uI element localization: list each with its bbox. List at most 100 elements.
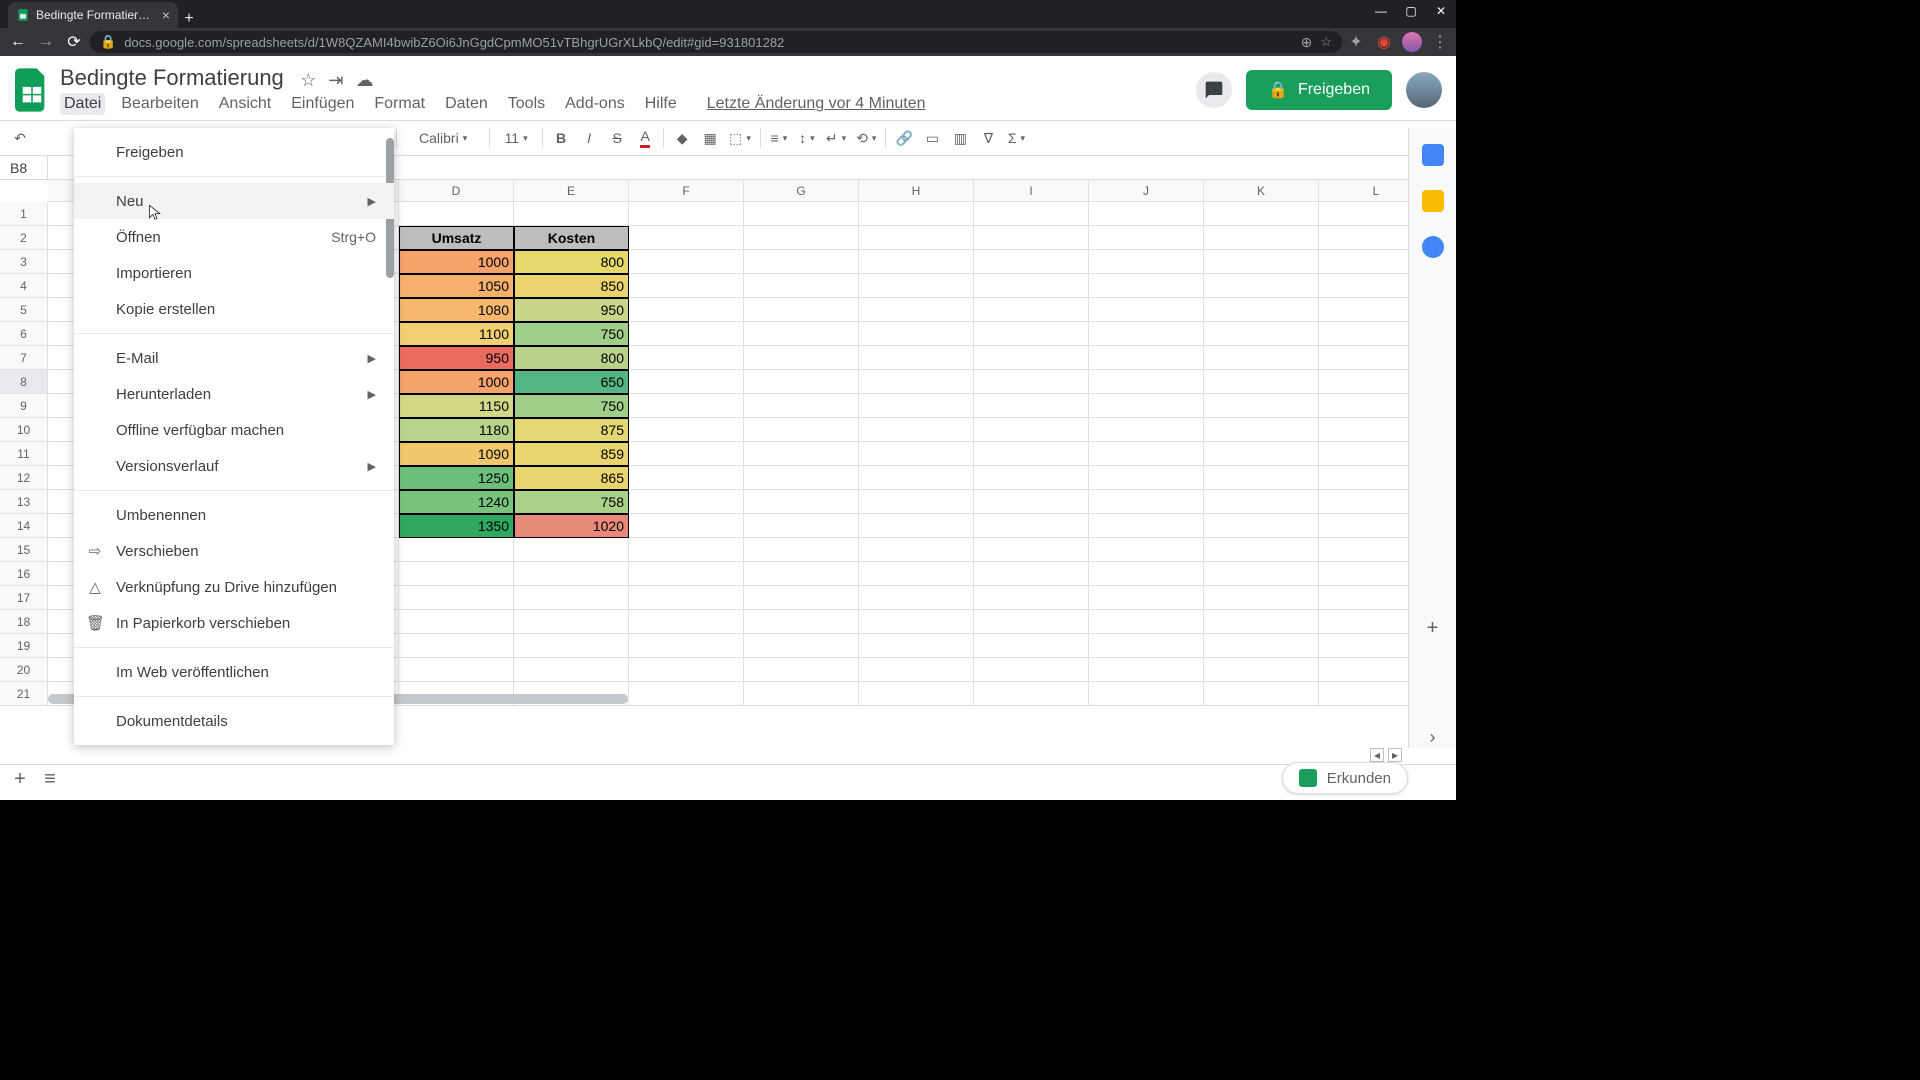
cell[interactable] (629, 370, 744, 394)
cell[interactable] (859, 394, 974, 418)
font-family-select[interactable]: Calibri (403, 126, 483, 150)
all-sheets-button[interactable]: ≡ (38, 768, 62, 791)
cell[interactable] (974, 394, 1089, 418)
chrome-menu-icon[interactable]: ⋮ (1430, 32, 1450, 52)
row-header[interactable]: 6 (0, 322, 48, 346)
cloud-status-icon[interactable]: ☁ (355, 70, 373, 91)
cell[interactable] (514, 634, 629, 658)
row-header[interactable]: 21 (0, 682, 48, 706)
italic-button[interactable]: I (577, 126, 601, 150)
close-window-icon[interactable]: ✕ (1426, 0, 1456, 22)
chart-button[interactable]: ▥ (948, 126, 972, 150)
cell[interactable] (1089, 538, 1204, 562)
cell[interactable] (744, 562, 859, 586)
cell[interactable] (744, 586, 859, 610)
extensions-icon[interactable]: ✦ (1346, 32, 1366, 52)
cell[interactable] (1204, 250, 1319, 274)
cell[interactable] (1204, 538, 1319, 562)
menu-item-email[interactable]: E-Mail▶ (74, 340, 394, 376)
cell[interactable] (514, 202, 629, 226)
row-header[interactable]: 1 (0, 202, 48, 226)
link-button[interactable]: 🔗 (892, 126, 916, 150)
cell[interactable]: 950 (514, 298, 629, 322)
cell[interactable]: Kosten (514, 226, 629, 250)
add-sidepanel-icon[interactable]: + (1422, 617, 1444, 639)
cell[interactable] (744, 490, 859, 514)
menu-item-dokumentdetails[interactable]: Dokumentdetails (74, 703, 394, 739)
row-header[interactable]: 4 (0, 274, 48, 298)
cell[interactable] (629, 490, 744, 514)
menu-item-freigeben[interactable]: Freigeben (74, 134, 394, 170)
cell[interactable] (974, 370, 1089, 394)
cell[interactable] (859, 610, 974, 634)
cell[interactable] (974, 442, 1089, 466)
cell[interactable] (629, 442, 744, 466)
cell[interactable] (859, 586, 974, 610)
comment-button[interactable]: ▭ (920, 126, 944, 150)
row-header[interactable]: 7 (0, 346, 48, 370)
column-header[interactable]: F (629, 180, 744, 201)
cell[interactable]: Umsatz (399, 226, 514, 250)
menu-item-umbenennen[interactable]: Umbenennen (74, 497, 394, 533)
cell[interactable] (1204, 562, 1319, 586)
cell[interactable] (974, 490, 1089, 514)
row-header[interactable]: 14 (0, 514, 48, 538)
menu-item-verschieben[interactable]: ⇨Verschieben (74, 533, 394, 569)
cell[interactable] (859, 418, 974, 442)
cell[interactable] (1204, 274, 1319, 298)
cell[interactable] (744, 634, 859, 658)
cell[interactable] (1089, 658, 1204, 682)
tab-close-icon[interactable]: × (162, 7, 170, 23)
menu-bearbeiten[interactable]: Bearbeiten (117, 93, 202, 115)
cell[interactable]: 1090 (399, 442, 514, 466)
cell[interactable] (974, 538, 1089, 562)
cell[interactable] (1089, 562, 1204, 586)
cell[interactable] (399, 202, 514, 226)
cell[interactable] (859, 274, 974, 298)
cell[interactable] (859, 466, 974, 490)
cell[interactable]: 1180 (399, 418, 514, 442)
cell[interactable] (974, 466, 1089, 490)
cell[interactable] (744, 610, 859, 634)
menu-hilfe[interactable]: Hilfe (641, 93, 681, 115)
cell[interactable] (399, 610, 514, 634)
cell[interactable] (629, 394, 744, 418)
cell[interactable] (859, 538, 974, 562)
menu-item-kopie[interactable]: Kopie erstellen (74, 291, 394, 327)
strike-button[interactable]: S (605, 126, 629, 150)
cell[interactable] (859, 634, 974, 658)
cell[interactable] (744, 322, 859, 346)
cell[interactable] (629, 634, 744, 658)
cell[interactable] (1204, 418, 1319, 442)
cell[interactable] (974, 562, 1089, 586)
cell[interactable] (974, 346, 1089, 370)
share-button[interactable]: 🔒 Freigeben (1246, 70, 1392, 110)
cell[interactable] (744, 466, 859, 490)
cell[interactable] (974, 658, 1089, 682)
cell[interactable]: 758 (514, 490, 629, 514)
add-sheet-button[interactable]: + (8, 768, 32, 791)
cell[interactable] (974, 514, 1089, 538)
row-header[interactable]: 16 (0, 562, 48, 586)
cell[interactable]: 950 (399, 346, 514, 370)
cell[interactable] (1089, 226, 1204, 250)
cell[interactable] (1089, 682, 1204, 706)
row-header[interactable]: 10 (0, 418, 48, 442)
row-header[interactable]: 5 (0, 298, 48, 322)
cell[interactable] (514, 586, 629, 610)
cell[interactable] (629, 466, 744, 490)
cell[interactable] (1089, 298, 1204, 322)
cell[interactable]: 1000 (399, 250, 514, 274)
last-edit-link[interactable]: Letzte Änderung vor 4 Minuten (707, 95, 926, 113)
menu-tools[interactable]: Tools (504, 93, 549, 115)
cell[interactable]: 1350 (399, 514, 514, 538)
rotate-button[interactable]: ⟲ (853, 126, 879, 150)
menu-item-neu[interactable]: Neu▶ (74, 183, 394, 219)
menu-item-offline[interactable]: Offline verfügbar machen (74, 412, 394, 448)
row-header[interactable]: 9 (0, 394, 48, 418)
document-title[interactable]: Bedingte Formatierung (60, 65, 284, 91)
cell[interactable] (1089, 418, 1204, 442)
cell[interactable] (744, 346, 859, 370)
cell[interactable] (1089, 586, 1204, 610)
menu-item-veroeffentlichen[interactable]: Im Web veröffentlichen (74, 654, 394, 690)
